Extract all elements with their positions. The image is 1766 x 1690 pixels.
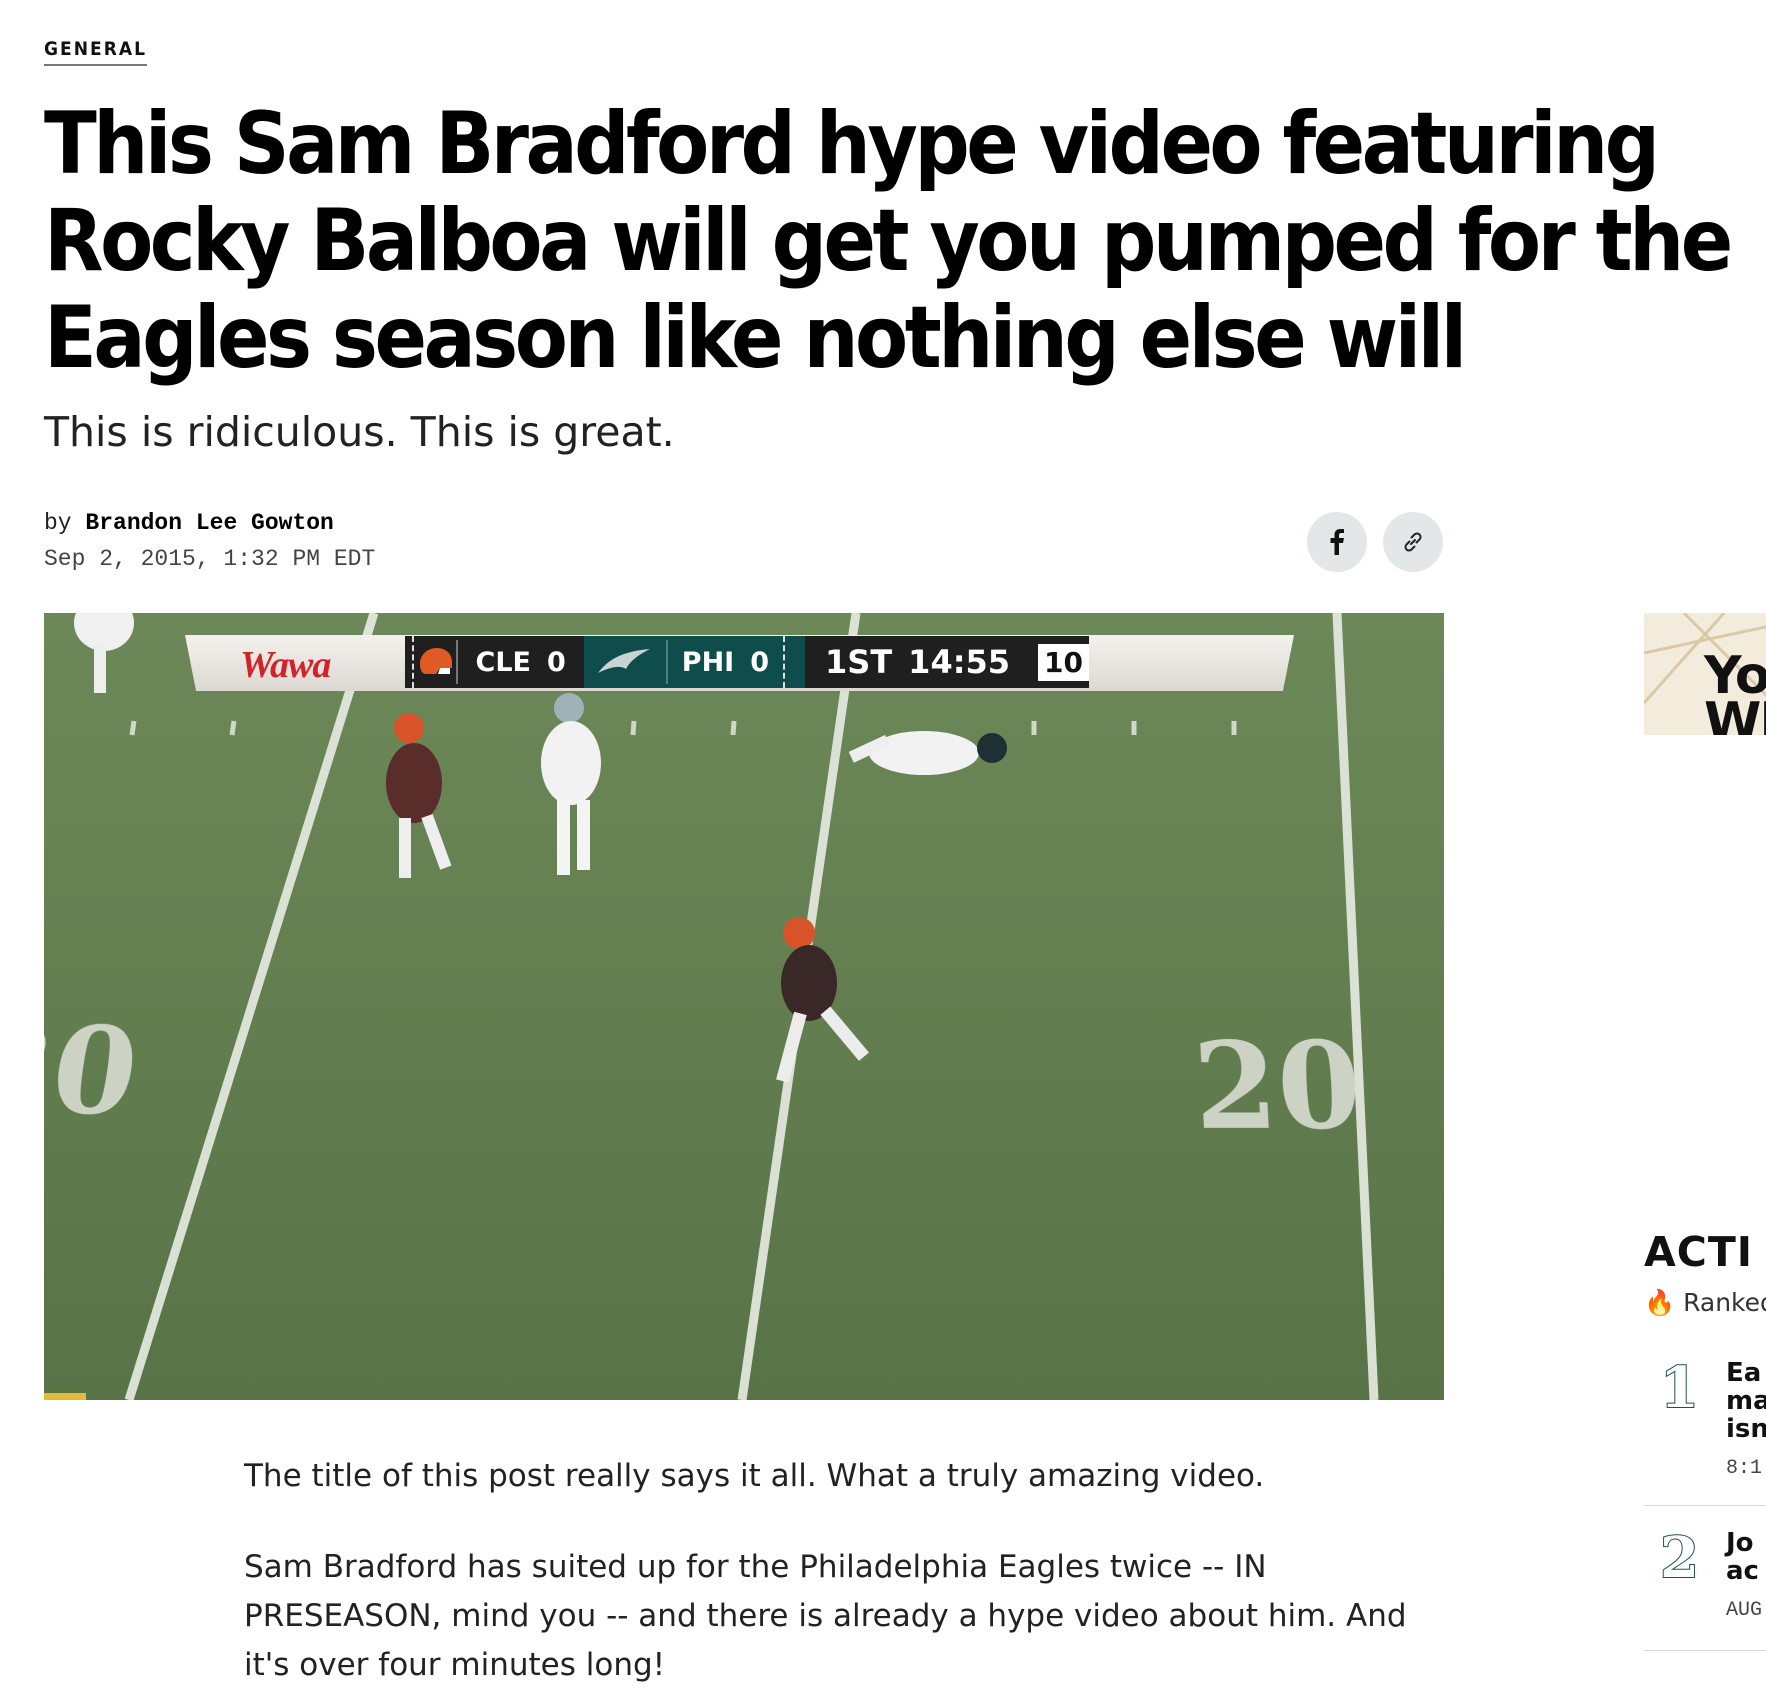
article-dek: This is ridiculous. This is great. <box>44 408 675 456</box>
play-clock: 10 <box>1038 643 1089 681</box>
sponsor-logo: Wawa <box>240 644 331 686</box>
facebook-icon <box>1330 529 1344 555</box>
ranked-story-time: AUG <box>1726 1599 1763 1622</box>
video-player[interactable]: 30 20 Wawa CLE 0 PHI 0 1ST 14:55 10 <box>44 613 1444 1400</box>
rank-number: 1 <box>1659 1354 1700 1422</box>
byline: by Brandon Lee Gowton <box>44 510 334 536</box>
ranked-story-title: Jo ac <box>1726 1528 1759 1586</box>
browns-helmet-icon <box>420 648 453 674</box>
byline-prefix: by <box>44 510 72 536</box>
game-quarter: 1ST <box>825 643 893 681</box>
right-rail: Yo WI ACTI 🔥 Ranked 1 Ea ma isn 8:1 2 Jo… <box>1644 0 1766 1676</box>
game-clock: 14:55 <box>908 643 1011 681</box>
advertisement[interactable]: Yo WI <box>1644 613 1766 735</box>
rail-divider <box>1644 1505 1766 1506</box>
ranked-story-title: Ea ma isn <box>1726 1358 1766 1444</box>
link-icon <box>1404 532 1422 552</box>
rail-divider <box>1644 1650 1766 1651</box>
share-facebook-button[interactable] <box>1307 512 1367 572</box>
article-paragraph: Sam Bradford has suited up for the Phila… <box>244 1549 1407 1683</box>
copy-link-button[interactable] <box>1383 512 1443 572</box>
article-headline: This Sam Bradford hype video featuring R… <box>44 94 1733 388</box>
ad-text: Yo WI <box>1704 646 1766 735</box>
scoreboard: CLE 0 PHI 0 1ST 14:55 10 <box>405 636 1089 688</box>
video-progress-bar[interactable] <box>44 1393 86 1400</box>
article-page: GENERAL This Sam Bradford hype video fea… <box>0 0 1766 1683</box>
away-score: 0 <box>547 646 566 678</box>
video-frame: 30 20 <box>44 613 1444 1400</box>
rail-section-title: ACTI <box>1644 1228 1754 1276</box>
article-paragraph: The title of this post really says it al… <box>244 1458 1265 1494</box>
yard-number-right: 20 <box>1190 1016 1364 1157</box>
ranked-story-item[interactable]: 1 Ea ma isn 8:1 <box>1644 1354 1766 1505</box>
publish-timestamp: Sep 2, 2015, 1:32 PM EDT <box>44 546 376 572</box>
rail-section-subtitle: 🔥 Ranked <box>1644 1288 1766 1317</box>
category-link[interactable]: GENERAL <box>44 38 147 66</box>
author-link[interactable]: Brandon Lee Gowton <box>85 510 333 536</box>
ranked-story-time: 8:1 <box>1726 1457 1763 1480</box>
rank-number: 2 <box>1659 1524 1700 1592</box>
home-team: PHI <box>681 646 735 678</box>
eagles-logo-icon <box>597 649 650 673</box>
away-team: CLE <box>475 646 531 678</box>
home-score: 0 <box>750 646 770 678</box>
ranked-story-item[interactable]: 2 Jo ac AUG <box>1644 1524 1766 1655</box>
